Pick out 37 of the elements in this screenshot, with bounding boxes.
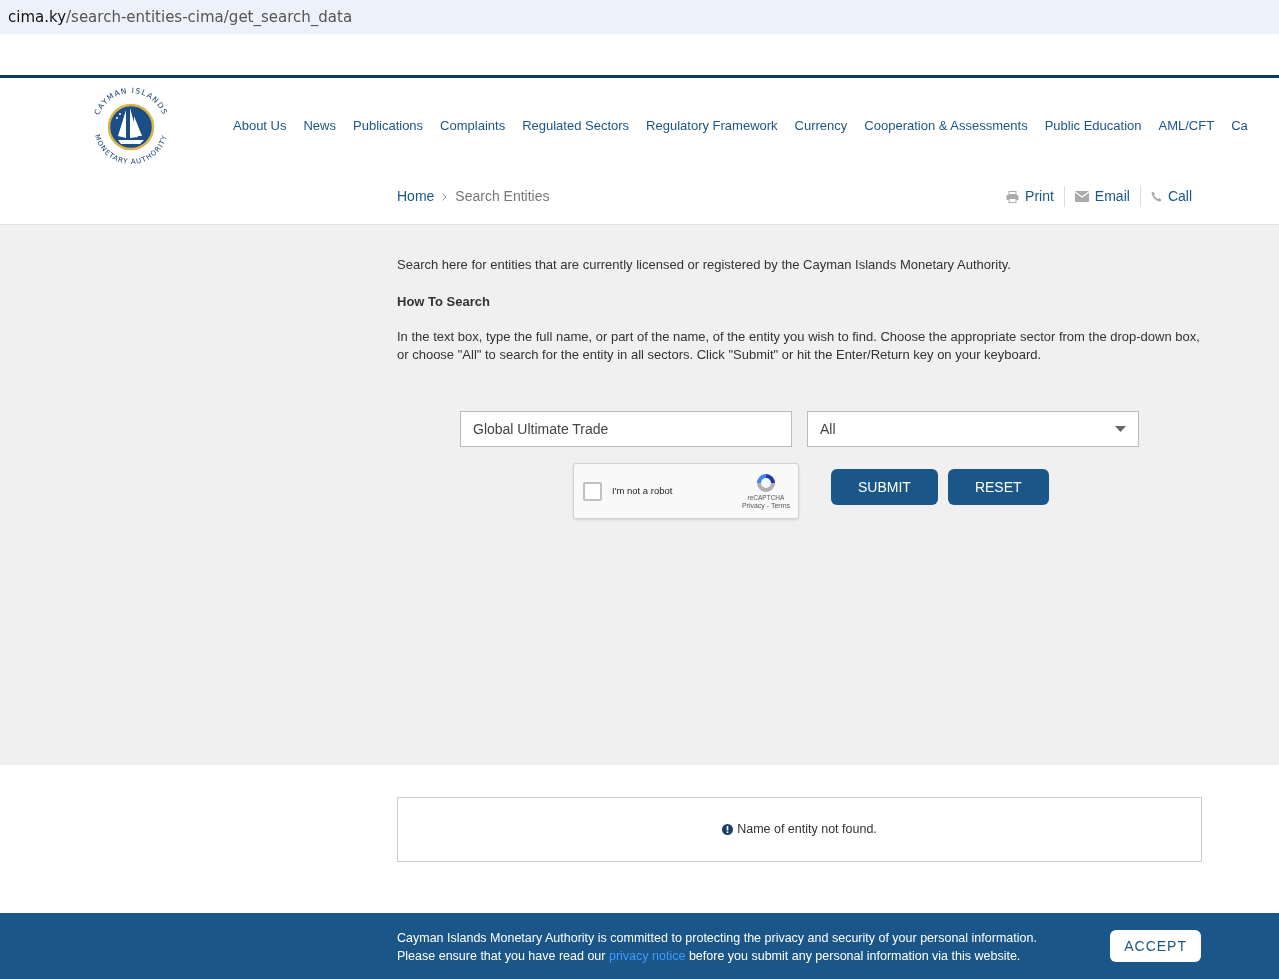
captcha-label: I'm not a robot: [612, 483, 674, 498]
cookie-text: Please ensure that you have read our privacy notice before you submit any personal information via this website.: [397, 948, 1022, 965]
info-icon: [722, 824, 734, 835]
nav-link[interactable]: Public Education: [1044, 116, 1142, 136]
search-field[interactable]: Global Ultimate Trade: [460, 411, 792, 447]
nav-link[interactable]: Regulated Sectors: [522, 116, 630, 136]
nav-link[interactable]: Currency: [794, 116, 848, 136]
nav-link[interactable]: Complaints: [440, 116, 506, 136]
nav-link[interactable]: Publications: [353, 116, 424, 136]
intro-text: Search here for entities that are currently licensed or registered by the Cayman Islands Monetary Authority.: [397, 256, 1012, 274]
result-message: Name of entity not found.: [737, 821, 877, 839]
nav-link[interactable]: News: [303, 116, 336, 136]
form-button[interactable]: RESET: [947, 469, 1049, 505]
action-link[interactable]: Print: [1025, 186, 1054, 207]
phone-icon: [1150, 191, 1162, 202]
sector-dropdown[interactable]: All: [807, 411, 1139, 447]
nav-link[interactable]: Regulatory Framework: [646, 116, 778, 136]
nav-link[interactable]: Cooperation & Assessments: [864, 116, 1028, 136]
recaptcha-logo-icon: [754, 472, 777, 494]
captcha-checkbox[interactable]: [583, 481, 602, 501]
cookie-text: Cayman Islands Monetary Authority is committed to protecting the privacy and security of your personal information.: [397, 930, 1037, 947]
envelope-icon: [1074, 191, 1089, 202]
nav-link[interactable]: About Us: [233, 116, 287, 136]
action-link[interactable]: Email: [1094, 186, 1130, 207]
printer-icon: [1006, 190, 1020, 203]
nav-link[interactable]: AML/CFT: [1158, 116, 1215, 136]
breadcrumb-link[interactable]: Home: [397, 186, 435, 207]
action-link[interactable]: Call: [1167, 186, 1192, 207]
dropdown-caret-icon: [1115, 426, 1126, 432]
form-button[interactable]: SUBMIT: [831, 469, 938, 505]
breadcrumb-current-page: Search Entities: [455, 187, 550, 206]
instructions-text: In the text box, type the full name, or part of the name, of the entity you wish to find. Choose the appropriate sector from the drop-down box, or choose "All" to search for the entity in all sectors. Click "Submit" or hit the Enter/Return key on your keyboard.: [397, 328, 1201, 364]
section-heading: How To Search: [397, 292, 491, 311]
accept-button[interactable]: ACCEPT: [1110, 930, 1201, 962]
nav-link[interactable]: Ca: [1231, 116, 1248, 136]
chevron-icon: [442, 192, 448, 201]
url-text[interactable]: cima.ky/search-entities-cima/get_search_data: [8, 5, 353, 29]
